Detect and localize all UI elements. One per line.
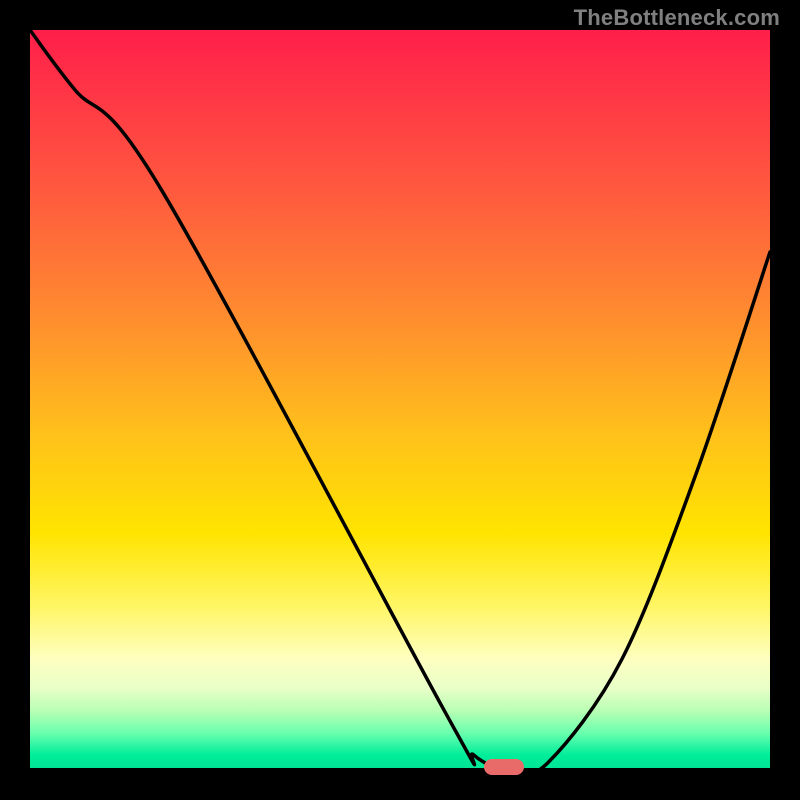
optimal-marker: [484, 759, 524, 775]
curve-path: [30, 30, 770, 774]
plot-area: [30, 30, 770, 770]
frame: TheBottleneck.com: [0, 0, 800, 800]
watermark-text: TheBottleneck.com: [574, 5, 780, 31]
bottleneck-curve: [30, 30, 770, 770]
